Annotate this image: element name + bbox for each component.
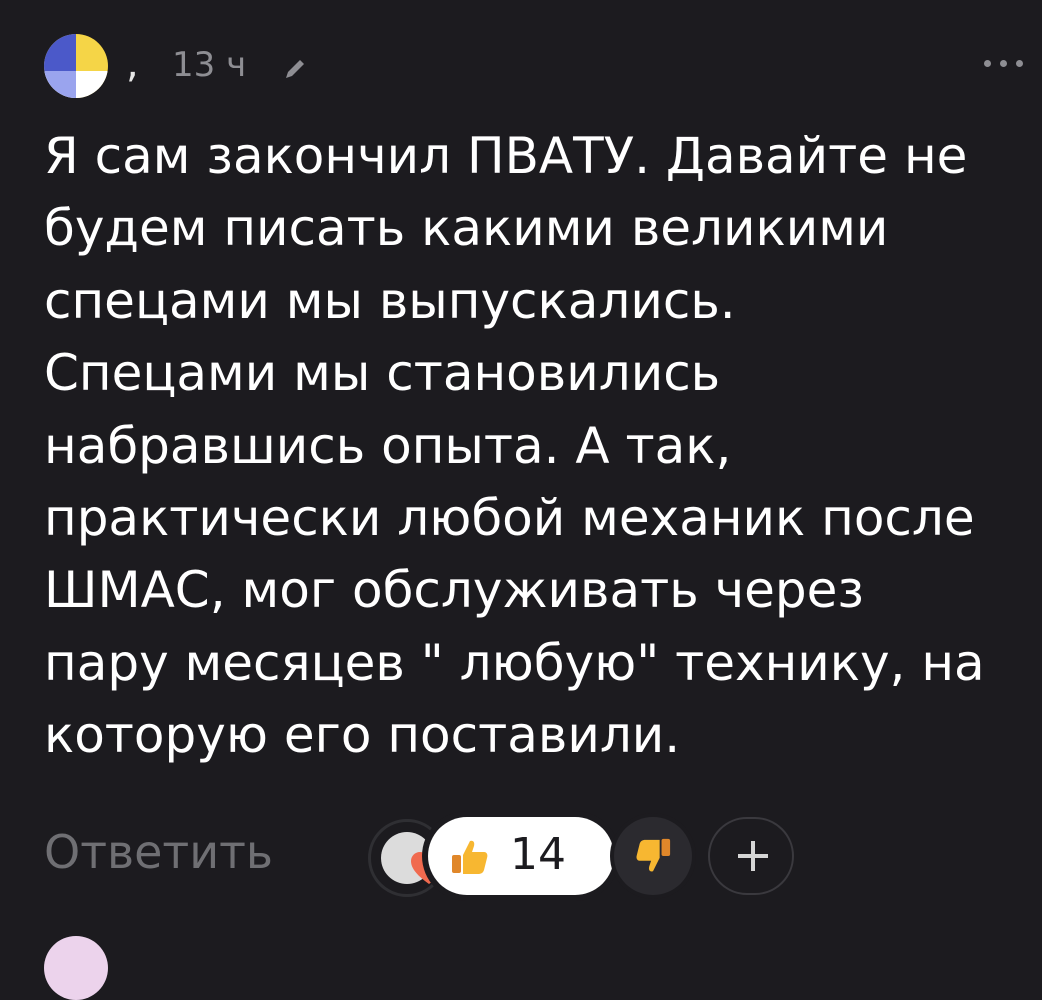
- comment-actions: Ответить 14: [44, 807, 844, 907]
- comment-line: набравшись опыта. А так,: [44, 416, 732, 475]
- add-reaction-button[interactable]: [708, 817, 794, 895]
- comment-line: практически любой механик после: [44, 488, 975, 547]
- like-count: 14: [510, 829, 566, 880]
- thumbs-down-icon: [636, 838, 671, 872]
- author-avatar[interactable]: [44, 34, 108, 98]
- like-button[interactable]: 14: [428, 817, 614, 895]
- comment-line: Я сам закончил ПВАТУ. Давайте не: [44, 127, 968, 185]
- comment-line: которую его поставили.: [44, 706, 681, 765]
- reply-button[interactable]: Ответить: [44, 829, 273, 875]
- more-options-icon[interactable]: [984, 56, 1024, 70]
- comment-line: пару месяцев " любую" технику, на: [44, 633, 985, 692]
- plus-icon: [738, 841, 768, 871]
- comment-line: спецами мы выпускались.: [44, 271, 736, 330]
- next-comment-avatar[interactable]: [44, 936, 108, 1000]
- comment-text: Я сам закончил ПВАТУ. Давайте не будем п…: [44, 120, 1034, 772]
- comment-time: 13 ч: [172, 45, 247, 85]
- edited-pencil-icon: [286, 60, 304, 78]
- comment-line: будем писать какими великими: [44, 199, 889, 258]
- thumbs-up-icon: [452, 840, 488, 874]
- author-separator: ,: [126, 41, 139, 87]
- dislike-button[interactable]: [614, 817, 692, 895]
- comment-header: , 13 ч: [44, 34, 1024, 98]
- comment-line: Спецами мы становились: [44, 344, 721, 403]
- comment-line: ШМАС, мог обслуживать через: [44, 561, 864, 620]
